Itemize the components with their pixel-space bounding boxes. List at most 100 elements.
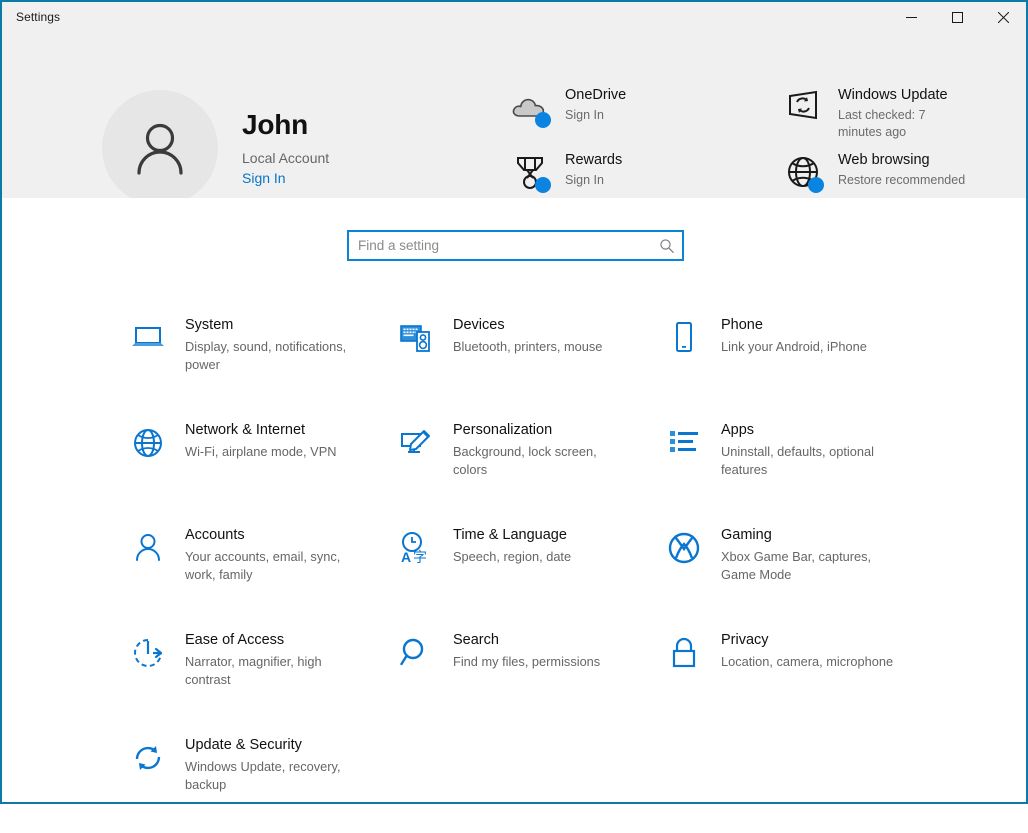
close-button[interactable] <box>980 2 1026 32</box>
tile-sub: Wi-Fi, airplane mode, VPN <box>185 443 337 459</box>
status-item-windows-update[interactable]: Windows Update Last checked: 7 minutes a… <box>780 84 1025 149</box>
tile-title: Search <box>453 632 499 648</box>
paintbrush-icon <box>392 421 440 465</box>
clock-language-icon: A 字 <box>392 526 440 570</box>
devices-icon <box>392 316 440 360</box>
magnifier-icon <box>392 631 440 675</box>
search-icon[interactable] <box>652 238 682 254</box>
tile-text: Time & Language Speech, region, date <box>453 524 571 566</box>
tile-title: System <box>185 317 234 333</box>
minimize-button[interactable] <box>888 2 934 32</box>
status-column-2: Windows Update Last checked: 7 minutes a… <box>780 84 1025 214</box>
person-icon <box>124 526 172 570</box>
badge-dot <box>808 177 824 193</box>
window-title: Settings <box>16 10 61 24</box>
status-columns: OneDrive Sign In Rewards Sign In Windows… <box>507 84 1025 214</box>
tile-sub: Find my files, permissions <box>453 653 601 669</box>
tile-apps[interactable]: Apps Uninstall, defaults, optional featu… <box>660 413 935 518</box>
tile-title: Ease of Access <box>185 632 285 648</box>
status-column-1: OneDrive Sign In Rewards Sign In <box>507 84 752 214</box>
onedrive-cloud-icon <box>507 86 553 128</box>
settings-body: System Display, sound, notifications, po… <box>2 198 1026 802</box>
tile-sub: Bluetooth, printers, mouse <box>453 338 603 354</box>
tile-text: Ease of Access Narrator, magnifier, high… <box>185 629 360 689</box>
status-text: Web browsing Restore recommended <box>838 149 965 189</box>
settings-grid: System Display, sound, notifications, po… <box>124 308 959 833</box>
tile-title: Network & Internet <box>185 422 306 438</box>
tile-devices[interactable]: Devices Bluetooth, printers, mouse <box>392 308 660 413</box>
tile-sub: Speech, region, date <box>453 548 572 564</box>
tile-title: Personalization <box>453 422 553 438</box>
tile-network-internet[interactable]: Network & Internet Wi-Fi, airplane mode,… <box>124 413 392 518</box>
tile-text: Apps Uninstall, defaults, optional featu… <box>721 419 896 479</box>
title-bar: Settings <box>2 2 1026 32</box>
status-title: OneDrive <box>565 87 627 103</box>
account-text: John Local Account Sign In <box>242 109 330 186</box>
account-section[interactable]: John Local Account Sign In <box>102 90 329 206</box>
tile-sub: Your accounts, email, sync, work, family <box>185 548 341 582</box>
svg-text:字: 字 <box>413 550 427 565</box>
tile-ease-of-access[interactable]: Ease of Access Narrator, magnifier, high… <box>124 623 392 728</box>
person-icon <box>137 123 183 175</box>
status-sub: Restore recommended <box>838 172 966 187</box>
tile-sub: Location, camera, microphone <box>721 653 894 669</box>
xbox-icon <box>660 526 708 570</box>
status-text: OneDrive Sign In <box>565 84 626 124</box>
maximize-button[interactable] <box>934 2 980 32</box>
status-title: Web browsing <box>838 152 930 168</box>
tile-text: System Display, sound, notifications, po… <box>185 314 360 374</box>
tile-system[interactable]: System Display, sound, notifications, po… <box>124 308 392 413</box>
tile-update-security[interactable]: Update & Security Windows Update, recove… <box>124 728 392 833</box>
tile-text: Gaming Xbox Game Bar, captures, Game Mod… <box>721 524 896 584</box>
tile-accounts[interactable]: Accounts Your accounts, email, sync, wor… <box>124 518 392 623</box>
badge-dot <box>535 177 551 193</box>
windows-update-icon <box>780 86 826 128</box>
search-box[interactable] <box>347 230 684 261</box>
globe-icon <box>124 421 172 465</box>
window-controls <box>888 2 1026 32</box>
status-title: Windows Update <box>838 87 948 103</box>
tile-personalization[interactable]: Personalization Background, lock screen,… <box>392 413 660 518</box>
apps-list-icon <box>660 421 708 465</box>
tile-search[interactable]: Search Find my files, permissions <box>392 623 660 728</box>
badge-dot <box>535 112 551 128</box>
tile-sub: Display, sound, notifications, power <box>185 338 347 372</box>
lock-icon <box>660 631 708 675</box>
tile-title: Accounts <box>185 527 245 543</box>
rewards-medal-icon <box>507 151 553 193</box>
tile-phone[interactable]: Phone Link your Android, iPhone <box>660 308 935 413</box>
tile-title: Gaming <box>721 527 772 543</box>
status-item-onedrive[interactable]: OneDrive Sign In <box>507 84 752 149</box>
account-type: Local Account <box>242 149 330 166</box>
search-input[interactable] <box>349 232 652 259</box>
tile-text: Phone Link your Android, iPhone <box>721 314 867 356</box>
tile-title: Devices <box>453 317 505 333</box>
status-sub: Sign In <box>565 107 604 122</box>
ease-of-access-icon <box>124 631 172 675</box>
tile-privacy[interactable]: Privacy Location, camera, microphone <box>660 623 935 728</box>
tile-title: Phone <box>721 317 763 333</box>
status-title: Rewards <box>565 152 623 168</box>
account-name: John <box>242 109 309 141</box>
status-text: Rewards Sign In <box>565 149 622 189</box>
tile-sub: Uninstall, defaults, optional features <box>721 443 874 477</box>
tile-sub: Xbox Game Bar, captures, Game Mode <box>721 548 872 582</box>
tile-title: Time & Language <box>453 527 567 543</box>
status-sub: Sign In <box>565 172 604 187</box>
tile-gaming[interactable]: Gaming Xbox Game Bar, captures, Game Mod… <box>660 518 935 623</box>
tile-sub: Background, lock screen, colors <box>453 443 597 477</box>
phone-icon <box>660 316 708 360</box>
tile-text: Update & Security Windows Update, recove… <box>185 734 360 794</box>
tile-time-language[interactable]: A 字 Time & Language Speech, region, date <box>392 518 660 623</box>
settings-window: Settings John Local Account Sign In OneD… <box>0 0 1028 804</box>
header-band: John Local Account Sign In OneDrive Sign… <box>2 32 1026 206</box>
tile-sub: Link your Android, iPhone <box>721 338 867 354</box>
account-sign-in-link[interactable]: Sign In <box>242 170 329 186</box>
tile-text: Search Find my files, permissions <box>453 629 600 671</box>
tile-text: Devices Bluetooth, printers, mouse <box>453 314 602 356</box>
tile-text: Network & Internet Wi-Fi, airplane mode,… <box>185 419 336 461</box>
tile-sub: Windows Update, recovery, backup <box>185 758 341 792</box>
avatar <box>102 90 218 206</box>
status-sub: Last checked: 7 minutes ago <box>838 107 926 139</box>
tile-title: Apps <box>721 422 755 438</box>
